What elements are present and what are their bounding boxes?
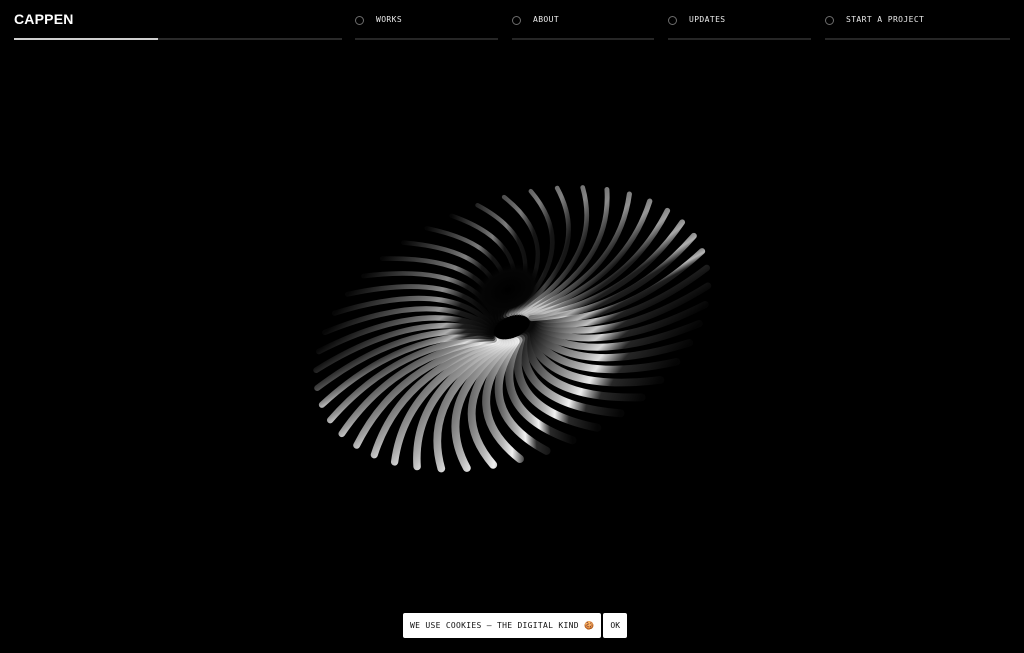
nav-item-updates[interactable]: UPDATES <box>668 0 811 42</box>
nav-underline <box>825 38 1010 40</box>
logo[interactable]: CAPPEN <box>14 11 74 27</box>
nav-item-works[interactable]: WORKS <box>355 0 498 42</box>
circle-icon <box>668 16 677 25</box>
cookie-message: WE USE COOKIES — THE DIGITAL KIND 🍪 <box>403 613 602 638</box>
nav-item-about[interactable]: ABOUT <box>512 0 654 42</box>
circle-icon <box>355 16 364 25</box>
nav-item-label: WORKS <box>376 15 403 24</box>
nav-underline <box>668 38 811 40</box>
cookie-banner: WE USE COOKIES — THE DIGITAL KIND 🍪 OK <box>403 613 628 638</box>
circle-icon <box>512 16 521 25</box>
cookie-ok-button[interactable]: OK <box>603 613 628 638</box>
nav-underline <box>512 38 654 40</box>
page: CAPPEN WORKS ABOUT UPDATES START A PROJE… <box>0 0 1024 653</box>
nav-item-start-a-project[interactable]: START A PROJECT <box>825 0 1010 42</box>
circle-icon <box>825 16 834 25</box>
nav-item-label: START A PROJECT <box>846 15 925 24</box>
nav-item-label: UPDATES <box>689 15 726 24</box>
nav-underline <box>355 38 498 40</box>
scroll-progress-track <box>14 38 342 40</box>
scroll-progress-fill <box>14 38 159 40</box>
hero-3d-ring-graphic <box>313 185 712 473</box>
nav-item-label: ABOUT <box>533 15 560 24</box>
